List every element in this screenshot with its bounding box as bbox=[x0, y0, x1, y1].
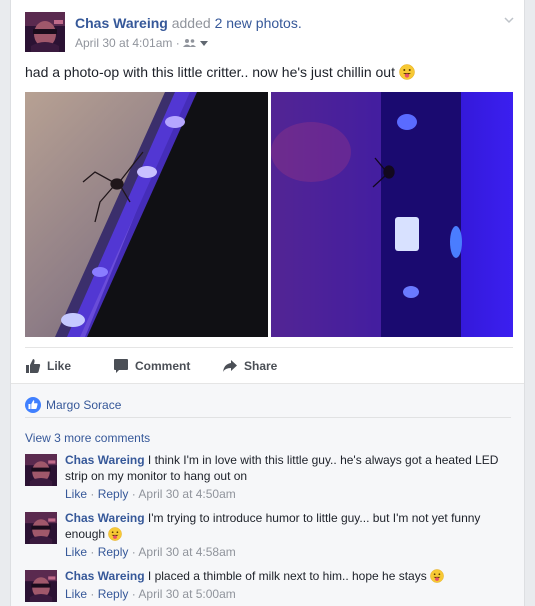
comment-timestamp[interactable]: April 30 at 4:58am bbox=[138, 545, 235, 559]
photo-1[interactable] bbox=[25, 92, 268, 337]
post-text: had a photo-op with this little critter.… bbox=[25, 64, 415, 80]
comment-label: Comment bbox=[135, 359, 191, 373]
like-button[interactable]: Like bbox=[25, 348, 71, 384]
comment-button[interactable]: Comment bbox=[113, 348, 190, 384]
commenter-avatar[interactable] bbox=[25, 512, 57, 544]
comments-section: Margo Sorace View 3 more comments Chas W… bbox=[11, 383, 524, 606]
commenter-avatar[interactable] bbox=[25, 454, 57, 486]
post-timestamp[interactable]: April 30 at 4:01am bbox=[75, 36, 172, 50]
comment-timestamp[interactable]: April 30 at 4:50am bbox=[138, 487, 235, 501]
like-reaction-icon bbox=[25, 396, 41, 413]
friends-icon[interactable] bbox=[183, 36, 200, 50]
thumbs-up-icon bbox=[26, 359, 41, 373]
author-avatar[interactable] bbox=[25, 12, 65, 52]
tongue-out-emoji-icon bbox=[399, 64, 415, 80]
post-actions-bar: Like Comment Share bbox=[25, 347, 513, 383]
comment-like-link[interactable]: Like bbox=[65, 587, 87, 601]
post-header: Chas Wareing added 2 new photos. April 3… bbox=[25, 12, 515, 56]
comment-reply-link[interactable]: Reply bbox=[98, 545, 129, 559]
like-label: Like bbox=[47, 359, 72, 373]
caret-down-icon[interactable] bbox=[200, 36, 209, 50]
likes-names-link[interactable]: Margo Sorace bbox=[46, 398, 121, 412]
comment-like-link[interactable]: Like bbox=[65, 545, 87, 559]
comment-body: Chas Wareing I'm trying to introduce hum… bbox=[65, 510, 505, 542]
tongue-out-emoji-icon bbox=[108, 527, 122, 541]
comment-actions: Like · Reply · April 30 at 5:00am bbox=[65, 587, 236, 601]
photos-link[interactable]: 2 new photos. bbox=[215, 15, 302, 31]
comment-reply-link[interactable]: Reply bbox=[98, 587, 129, 601]
comment-author-link[interactable]: Chas Wareing bbox=[65, 511, 145, 525]
comment-text: I placed a thimble of milk next to him..… bbox=[147, 569, 427, 583]
comment-body: Chas Wareing I think I'm in love with th… bbox=[65, 452, 505, 484]
commenter-avatar[interactable] bbox=[25, 570, 57, 602]
post-title-line: Chas Wareing added 2 new photos. bbox=[75, 15, 302, 31]
share-icon bbox=[223, 360, 237, 372]
share-button[interactable]: Share bbox=[222, 348, 277, 384]
comment-actions: Like · Reply · April 30 at 4:50am bbox=[65, 487, 236, 501]
meta-separator: · bbox=[175, 36, 180, 50]
post-text-content: had a photo-op with this little critter.… bbox=[25, 64, 395, 80]
author-name-link[interactable]: Chas Wareing bbox=[75, 15, 168, 31]
comment-timestamp[interactable]: April 30 at 5:00am bbox=[138, 587, 235, 601]
comment-icon bbox=[114, 359, 128, 373]
photo-2[interactable] bbox=[271, 92, 513, 337]
post-meta: April 30 at 4:01am · bbox=[75, 36, 209, 50]
comment-item: Chas Wareing I think I'm in love with th… bbox=[25, 452, 511, 502]
comment-item: Chas Wareing I placed a thimble of milk … bbox=[25, 568, 511, 604]
comment-body: Chas Wareing I placed a thimble of milk … bbox=[65, 568, 505, 584]
comment-author-link[interactable]: Chas Wareing bbox=[65, 569, 145, 583]
view-more-comments-link[interactable]: View 3 more comments bbox=[25, 431, 150, 445]
comment-item: Chas Wareing I'm trying to introduce hum… bbox=[25, 510, 511, 560]
comment-reply-link[interactable]: Reply bbox=[98, 487, 129, 501]
tongue-out-emoji-icon bbox=[430, 569, 444, 583]
share-label: Share bbox=[244, 359, 278, 373]
post-card: Chas Wareing added 2 new photos. April 3… bbox=[10, 0, 525, 606]
action-text: added bbox=[171, 15, 211, 31]
comment-like-link[interactable]: Like bbox=[65, 487, 87, 501]
comment-author-link[interactable]: Chas Wareing bbox=[65, 453, 145, 467]
chevron-down-icon[interactable] bbox=[503, 14, 515, 26]
likes-summary: Margo Sorace bbox=[25, 392, 511, 418]
comment-actions: Like · Reply · April 30 at 4:58am bbox=[65, 545, 236, 559]
